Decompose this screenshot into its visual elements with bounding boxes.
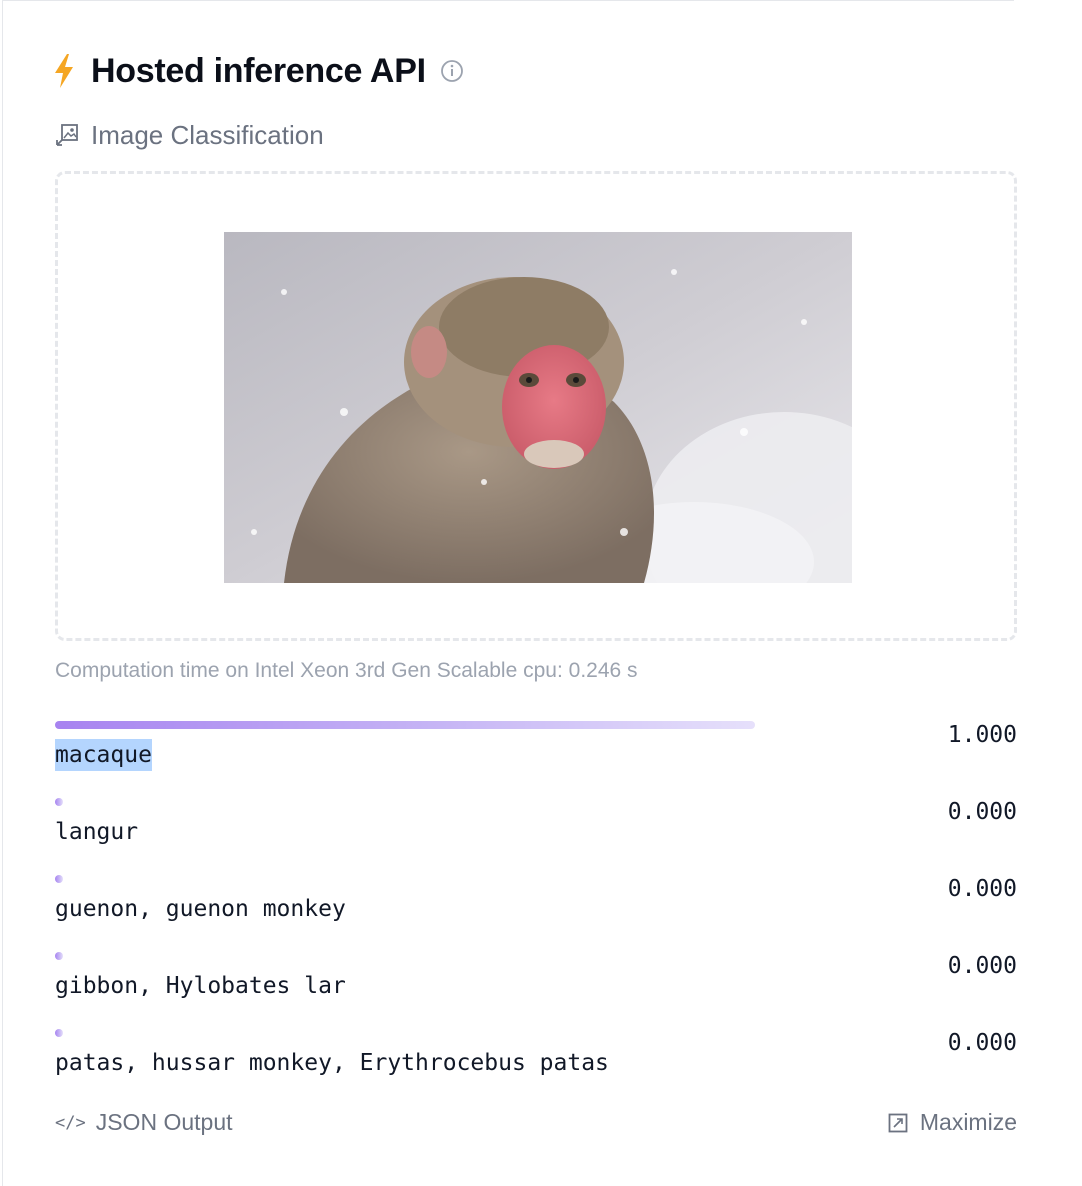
task-label: Image Classification [55,117,324,153]
lightning-bolt-icon [55,54,73,88]
result-label: guenon, guenon monkey [55,896,346,922]
widget-header: Hosted inference API [53,49,464,93]
result-label: macaque [55,739,152,771]
score-bar-track [55,952,755,960]
maximize-label: Maximize [919,1109,1017,1135]
classification-results: macaque 1.000 langur 0.000 guenon, guenon mo… [55,719,1017,1104]
info-icon[interactable] [440,59,464,83]
widget-title: Hosted inference API [91,51,426,90]
computation-time: Computation time on Intel Xeon 3rd Gen S… [55,659,638,682]
score-bar [55,952,63,960]
score-bar-track [55,721,755,729]
score-bar [55,1029,63,1037]
result-score: 0.000 [947,876,1017,902]
result-score: 1.000 [947,722,1017,748]
score-bar [55,798,63,806]
json-output-button[interactable]: </> JSON Output [55,1109,233,1136]
image-dropzone[interactable] [55,171,1017,641]
result-row: macaque 1.000 [55,719,1017,796]
result-row: patas, hussar monkey, Erythrocebus patas… [55,1027,1017,1104]
score-bar-track [55,798,755,806]
maximize-button[interactable]: Maximize [888,1109,1017,1136]
image-classification-icon [56,124,78,146]
result-score: 0.000 [947,953,1017,979]
result-row: langur 0.000 [55,796,1017,873]
score-bar-track [55,875,755,883]
result-score: 0.000 [947,1030,1017,1056]
result-label: patas, hussar monkey, Erythrocebus patas [55,1050,609,1076]
input-image-preview [224,232,852,583]
score-bar-track [55,1029,755,1037]
task-name: Image Classification [91,119,324,150]
inference-widget: Hosted inference API Image Classificatio… [2,0,1017,1186]
result-label: langur [55,819,139,845]
result-label: gibbon, Hylobates lar [55,973,346,999]
score-bar [55,875,63,883]
result-row: guenon, guenon monkey 0.000 [55,873,1017,950]
result-row: gibbon, Hylobates lar 0.000 [55,950,1017,1027]
code-icon: </> [55,1112,86,1133]
result-score: 0.000 [947,799,1017,825]
maximize-icon [888,1113,908,1132]
score-bar [55,721,755,729]
json-output-label: JSON Output [95,1109,233,1135]
widget-footer: </> JSON Output Maximize [55,1109,1017,1145]
